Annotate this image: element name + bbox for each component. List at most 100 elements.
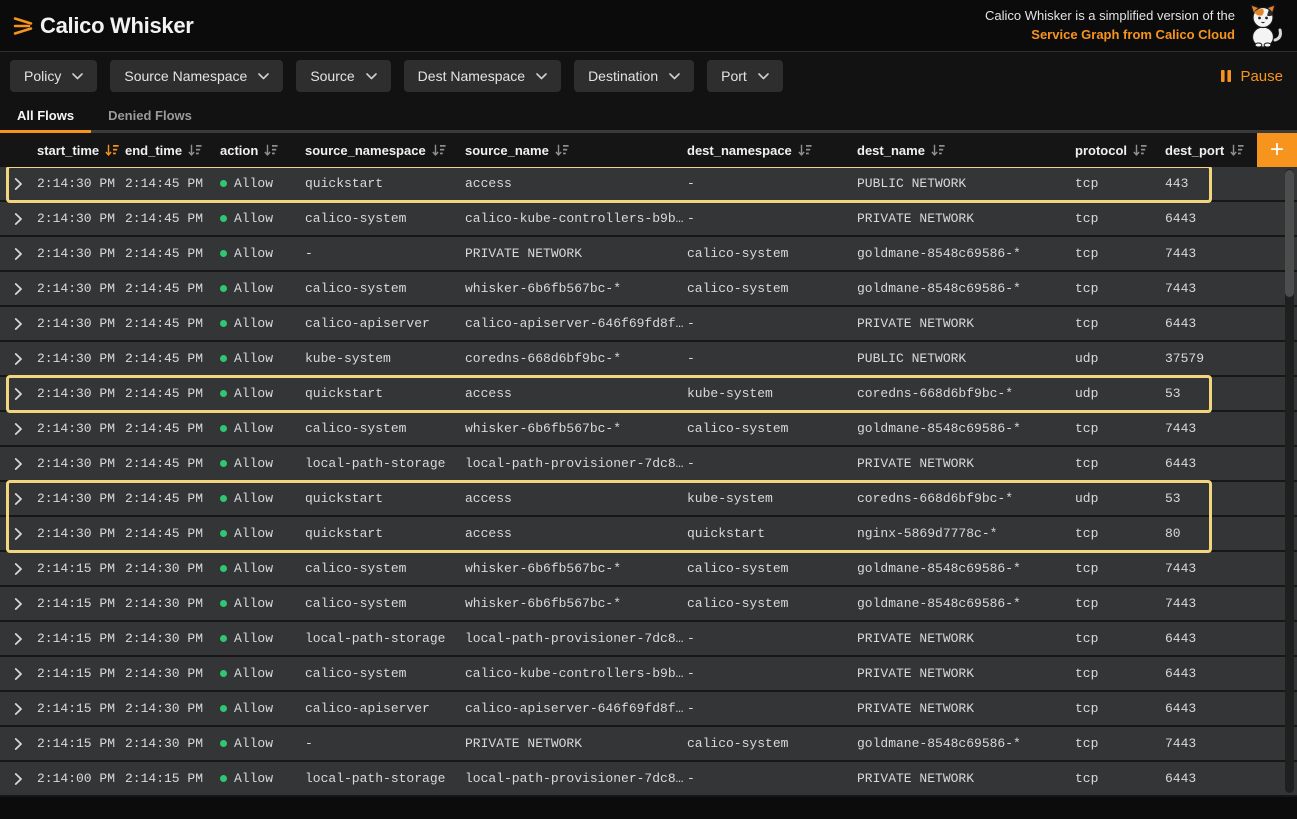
table-row[interactable]: 2:14:15 PM 2:14:30 PM Allow calico-syste… xyxy=(0,552,1297,587)
end-time-cell: 2:14:45 PM xyxy=(125,281,220,296)
table-row[interactable]: 2:14:15 PM 2:14:30 PM Allow calico-syste… xyxy=(0,587,1297,622)
chevron-down-icon xyxy=(366,73,377,80)
table-row[interactable]: 2:14:30 PM 2:14:45 PM Allow local-path-s… xyxy=(0,447,1297,482)
expand-chevron-icon[interactable] xyxy=(14,458,23,470)
add-column-button[interactable]: + xyxy=(1257,133,1297,167)
expand-chevron-icon[interactable] xyxy=(14,213,23,225)
sort-icon[interactable] xyxy=(105,144,119,156)
dest-name-cell: coredns-668d6bf9bc-* xyxy=(857,386,1075,401)
expand-chevron-icon[interactable] xyxy=(14,178,23,190)
sort-icon[interactable] xyxy=(432,144,446,156)
dest-namespace-cell: calico-system xyxy=(687,421,857,436)
dest-namespace-cell: calico-system xyxy=(687,561,857,576)
start-time-cell: 2:14:30 PM xyxy=(37,351,125,366)
table-row[interactable]: 2:14:15 PM 2:14:30 PM Allow - PRIVATE NE… xyxy=(0,727,1297,762)
expand-chevron-icon[interactable] xyxy=(14,353,23,365)
filter-dropdown[interactable]: Destination xyxy=(574,60,694,92)
pause-button[interactable]: Pause xyxy=(1220,68,1283,85)
table-row[interactable]: 2:14:15 PM 2:14:30 PM Allow local-path-s… xyxy=(0,622,1297,657)
action-cell: Allow xyxy=(220,246,305,261)
scrollbar[interactable] xyxy=(1285,169,1294,793)
expand-chevron-icon[interactable] xyxy=(14,668,23,680)
filter-dropdown[interactable]: Dest Namespace xyxy=(404,60,561,92)
column-header[interactable]: start_time xyxy=(37,143,125,158)
column-header[interactable]: source_namespace xyxy=(305,143,465,158)
table-row[interactable]: 2:14:15 PM 2:14:30 PM Allow calico-syste… xyxy=(0,657,1297,692)
start-time-cell: 2:14:30 PM xyxy=(37,526,125,541)
dest-namespace-cell: - xyxy=(687,701,857,716)
column-header[interactable]: dest_namespace xyxy=(687,143,857,158)
dest-port-cell: 6443 xyxy=(1165,631,1297,646)
table-row[interactable]: 2:14:30 PM 2:14:45 PM Allow quickstart a… xyxy=(0,517,1297,552)
chevron-down-icon xyxy=(536,73,547,80)
source-name-cell: local-path-provisioner-7dc8… xyxy=(465,631,687,646)
sort-icon[interactable] xyxy=(798,144,812,156)
dest-port-cell: 7443 xyxy=(1165,281,1297,296)
column-header[interactable]: protocol xyxy=(1075,143,1165,158)
column-header[interactable]: action xyxy=(220,143,305,158)
protocol-cell: udp xyxy=(1075,491,1165,506)
dest-name-cell: PUBLIC NETWORK xyxy=(857,176,1075,191)
expand-chevron-icon[interactable] xyxy=(14,493,23,505)
allow-status-dot xyxy=(220,355,227,362)
end-time-cell: 2:14:45 PM xyxy=(125,246,220,261)
table-row[interactable]: 2:14:30 PM 2:14:45 PM Allow quickstart a… xyxy=(0,167,1297,202)
scrollbar-thumb[interactable] xyxy=(1285,170,1294,297)
filter-dropdown[interactable]: Source xyxy=(296,60,390,92)
action-cell: Allow xyxy=(220,281,305,296)
start-time-cell: 2:14:00 PM xyxy=(37,771,125,786)
filter-dropdown[interactable]: Port xyxy=(707,60,783,92)
start-time-cell: 2:14:30 PM xyxy=(37,316,125,331)
tab-all-flows[interactable]: All Flows xyxy=(0,100,91,133)
action-cell: Allow xyxy=(220,351,305,366)
column-header[interactable]: end_time xyxy=(125,143,220,158)
table-row[interactable]: 2:14:15 PM 2:14:30 PM Allow calico-apise… xyxy=(0,692,1297,727)
table-row[interactable]: 2:14:30 PM 2:14:45 PM Allow calico-syste… xyxy=(0,412,1297,447)
table-row[interactable]: 2:14:30 PM 2:14:45 PM Allow kube-system … xyxy=(0,342,1297,377)
filter-dropdown[interactable]: Policy xyxy=(10,60,97,92)
protocol-cell: tcp xyxy=(1075,561,1165,576)
expand-chevron-icon[interactable] xyxy=(14,388,23,400)
column-header[interactable]: source_name xyxy=(465,143,687,158)
sort-icon[interactable] xyxy=(1230,144,1244,156)
table-row[interactable]: 2:14:30 PM 2:14:45 PM Allow quickstart a… xyxy=(0,377,1297,412)
allow-status-dot xyxy=(220,565,227,572)
dest-name-cell: goldmane-8548c69586-* xyxy=(857,421,1075,436)
sort-icon[interactable] xyxy=(555,144,569,156)
start-time-cell: 2:14:30 PM xyxy=(37,456,125,471)
expand-chevron-icon[interactable] xyxy=(14,633,23,645)
table-row[interactable]: 2:14:30 PM 2:14:45 PM Allow - PRIVATE NE… xyxy=(0,237,1297,272)
expand-chevron-icon[interactable] xyxy=(14,598,23,610)
table-row[interactable]: 2:14:30 PM 2:14:45 PM Allow calico-syste… xyxy=(0,272,1297,307)
sort-icon[interactable] xyxy=(264,144,278,156)
filter-dropdown[interactable]: Source Namespace xyxy=(110,60,283,92)
protocol-cell: tcp xyxy=(1075,456,1165,471)
expand-chevron-icon[interactable] xyxy=(14,703,23,715)
tab-denied-flows[interactable]: Denied Flows xyxy=(91,100,209,133)
table-row[interactable]: 2:14:30 PM 2:14:45 PM Allow quickstart a… xyxy=(0,482,1297,517)
source-namespace-cell: - xyxy=(305,736,465,751)
expand-chevron-icon[interactable] xyxy=(14,563,23,575)
source-namespace-cell: calico-system xyxy=(305,421,465,436)
expand-chevron-icon[interactable] xyxy=(14,423,23,435)
expand-chevron-icon[interactable] xyxy=(14,738,23,750)
source-name-cell: calico-kube-controllers-b9b… xyxy=(465,666,687,681)
sort-icon[interactable] xyxy=(931,144,945,156)
source-namespace-cell: calico-apiserver xyxy=(305,316,465,331)
sort-icon[interactable] xyxy=(1133,144,1147,156)
sort-icon[interactable] xyxy=(188,144,202,156)
end-time-cell: 2:14:30 PM xyxy=(125,596,220,611)
expand-chevron-icon[interactable] xyxy=(14,528,23,540)
table-row[interactable]: 2:14:30 PM 2:14:45 PM Allow calico-syste… xyxy=(0,202,1297,237)
expand-chevron-icon[interactable] xyxy=(14,248,23,260)
expand-chevron-icon[interactable] xyxy=(14,318,23,330)
table-row[interactable]: 2:14:00 PM 2:14:15 PM Allow local-path-s… xyxy=(0,762,1297,797)
source-name-cell: calico-kube-controllers-b9b… xyxy=(465,211,687,226)
protocol-cell: tcp xyxy=(1075,771,1165,786)
action-cell: Allow xyxy=(220,421,305,436)
column-header[interactable]: dest_name xyxy=(857,143,1075,158)
expand-chevron-icon[interactable] xyxy=(14,283,23,295)
table-row[interactable]: 2:14:30 PM 2:14:45 PM Allow calico-apise… xyxy=(0,307,1297,342)
expand-chevron-icon[interactable] xyxy=(14,773,23,785)
service-graph-link[interactable]: Service Graph from Calico Cloud xyxy=(985,26,1235,45)
